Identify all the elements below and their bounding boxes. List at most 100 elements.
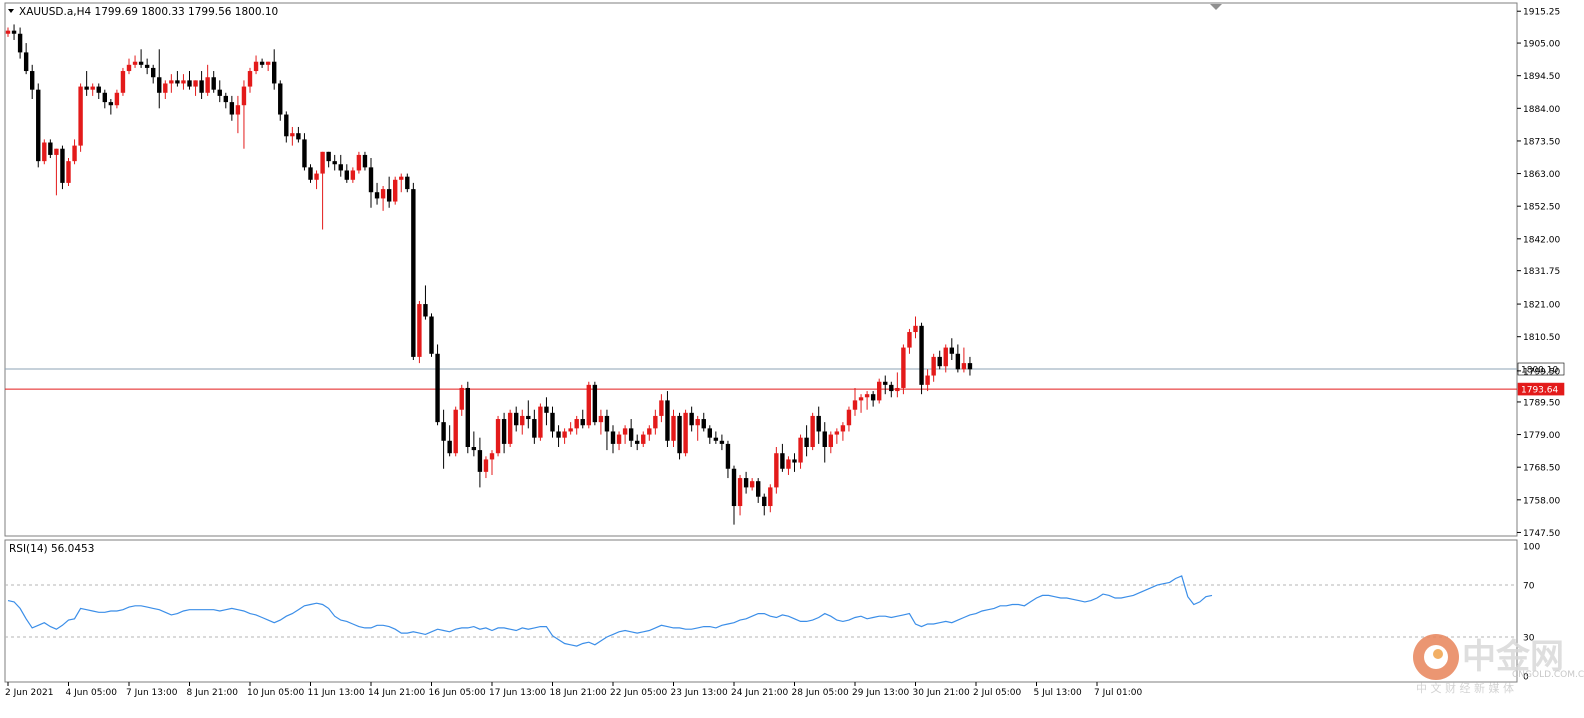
candle-body [604, 415, 610, 432]
candle-body [302, 139, 307, 168]
candle-body [344, 170, 349, 180]
candle-body [223, 95, 228, 103]
candle-body [54, 148, 59, 155]
candle-body [647, 428, 652, 435]
candle-body [810, 415, 815, 447]
price-tick-label: 1873.50 [1523, 137, 1560, 147]
candle-body [459, 387, 464, 410]
price-tick-label: 1810.50 [1523, 333, 1560, 343]
candle-body [362, 154, 368, 168]
candle-body [42, 142, 47, 162]
candle-body [822, 431, 827, 447]
candle-body [852, 400, 858, 410]
candle-body [175, 80, 180, 84]
chart-window: 1800.10 1793.64 1915.25 1905.00 1894.50 1884… [0, 0, 1584, 713]
time-tick-label: 14 Jun 21:00 [368, 688, 425, 698]
time-tick-label: 11 Jun 13:00 [308, 688, 365, 698]
candle-body [532, 419, 537, 438]
candle-body [144, 64, 150, 68]
candle-body [913, 325, 918, 333]
candle-body [350, 170, 356, 180]
candle-body [405, 176, 410, 190]
candle-body [157, 77, 162, 93]
candle-body [326, 151, 331, 162]
candle-body [217, 89, 222, 96]
price-tick-label: 1852.50 [1523, 203, 1560, 213]
candle-body [774, 453, 779, 488]
candle-body [229, 102, 235, 115]
candle-body [883, 381, 888, 385]
candle-body [749, 481, 755, 488]
candle-body [931, 356, 936, 376]
candle-body [610, 431, 616, 444]
candle-body [961, 363, 967, 370]
candle-body [380, 189, 386, 199]
candle-body [290, 133, 295, 137]
time-tick-label: 8 Jun 21:00 [187, 688, 239, 698]
time-tick-label: 16 Jun 05:00 [429, 688, 486, 698]
candle-body [677, 415, 682, 454]
time-tick-label: 28 Jun 05:00 [792, 688, 849, 698]
candle-body [5, 30, 11, 34]
time-tick-label: 7 Jul 01:00 [1094, 688, 1143, 698]
candle-body [955, 353, 961, 370]
price-tick-label: 1884.00 [1523, 105, 1560, 115]
candle-body [399, 176, 404, 180]
candle-body [701, 419, 706, 429]
candle-body [453, 409, 458, 454]
candle-body [66, 161, 71, 183]
candle-body [386, 189, 392, 202]
candle-body [320, 151, 325, 174]
candle-body [60, 148, 65, 183]
candle-body [538, 406, 543, 438]
candle-body [435, 353, 440, 423]
candle-body [108, 102, 114, 106]
time-tick-label: 4 Jun 05:00 [66, 688, 118, 698]
watermark-tagline: 中 文 财 经 新 媒 体 [1416, 681, 1514, 695]
candle-body [169, 80, 174, 84]
candle-body [556, 431, 561, 438]
time-axis: 2 Jun 2021 4 Jun 05:00 7 Jun 13:00 8 Jun 21… [5, 682, 1143, 698]
candle-body [901, 347, 906, 388]
price-tag-label-1: 1793.64 [1521, 386, 1558, 396]
candle-body [568, 428, 573, 432]
candle-body [864, 394, 870, 398]
candle-body [247, 71, 253, 87]
rsi-tick-label: 70 [1523, 582, 1535, 592]
candle-body [132, 61, 138, 65]
candle-body [187, 80, 192, 87]
price-tick-label: 1758.00 [1523, 496, 1560, 506]
candle-body [628, 428, 634, 441]
candle-body [804, 437, 809, 447]
candle-body [193, 80, 198, 87]
candle-body [580, 419, 585, 426]
candle-body [713, 437, 719, 441]
candle-body [641, 434, 646, 444]
candle-body [526, 415, 531, 420]
candle-body [393, 179, 398, 202]
price-tick-label: 1821.00 [1523, 301, 1560, 311]
candle-body [544, 406, 549, 413]
candle-body [858, 397, 864, 401]
time-tick-label: 2 Jul 05:00 [973, 688, 1022, 698]
candle-body [278, 83, 283, 115]
candle-body [483, 459, 489, 472]
candle-body [489, 453, 495, 460]
candle-body [695, 419, 700, 426]
candle-body [417, 304, 422, 357]
candle-body [889, 384, 894, 392]
rsi-label: RSI(14) 56.0453 [9, 543, 94, 555]
candle-body [925, 375, 930, 385]
price-panel-frame [4, 2, 1518, 537]
candle-body [96, 86, 101, 93]
candle-body [102, 92, 107, 103]
chart-canvas[interactable]: 1800.101793.64 1915.251905.001894.501884… [0, 0, 1584, 713]
candle-body [272, 61, 277, 84]
candle-body [671, 415, 676, 441]
candle-body [495, 419, 501, 454]
candle-body [265, 61, 271, 65]
candle-body [919, 325, 924, 385]
candle-body [707, 428, 712, 438]
candle-body [235, 105, 241, 115]
candle-body [725, 443, 731, 469]
